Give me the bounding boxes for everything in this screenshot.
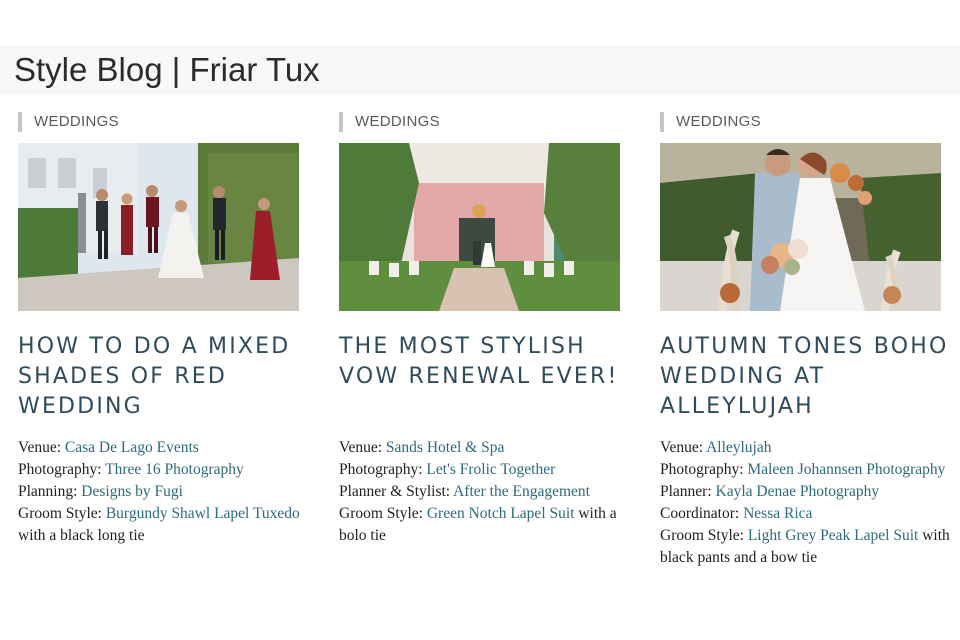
boho-couple-photo: [660, 143, 941, 311]
credit-groom-style: Groom Style: Light Grey Peak Lapel Suit …: [660, 525, 950, 569]
credit-photography: Photography: Maleen Johannsen Photograph…: [660, 459, 950, 481]
wedding-party-photo: [18, 143, 299, 311]
credit-planner-stylist: Planner & Stylist: After the Engagement: [339, 481, 629, 503]
credit-planning: Planning: Designs by Fugi: [18, 481, 308, 503]
credits-list: Venue: Casa De Lago Events Photography: …: [18, 437, 308, 547]
credit-link[interactable]: Casa De Lago Events: [65, 439, 199, 456]
credit-link[interactable]: Green Notch Lapel Suit: [427, 505, 575, 522]
credit-planner: Planner: Kayla Denae Photography: [660, 481, 950, 503]
credit-link[interactable]: Designs by Fugi: [81, 483, 183, 500]
credit-label: Venue:: [339, 439, 386, 456]
post-title[interactable]: AUTUMN TONES BOHO WEDDING AT ALLEYLUJAH: [660, 332, 950, 422]
credit-link[interactable]: Kayla Denae Photography: [716, 483, 880, 500]
credit-label: Groom Style:: [660, 527, 748, 544]
credit-label: Planning:: [18, 483, 82, 500]
page-title: Style Blog | Friar Tux: [14, 51, 320, 88]
credit-label: Photography:: [339, 461, 427, 478]
credit-link[interactable]: Burgundy Shawl Lapel Tuxedo: [106, 505, 300, 522]
category-label[interactable]: WEDDINGS: [18, 112, 119, 132]
post-thumbnail[interactable]: [660, 143, 941, 311]
credit-venue: Venue: Casa De Lago Events: [18, 437, 308, 459]
credit-link[interactable]: Three 16 Photography: [105, 461, 244, 478]
category-label[interactable]: WEDDINGS: [660, 112, 761, 132]
credit-label: Venue:: [18, 439, 65, 456]
credit-groom-style: Groom Style: Green Notch Lapel Suit with…: [339, 503, 629, 547]
vow-renewal-photo: [339, 143, 620, 311]
category-label[interactable]: WEDDINGS: [339, 112, 440, 132]
credits-list: Venue: Sands Hotel & Spa Photography: Le…: [339, 437, 629, 547]
credit-photography: Photography: Three 16 Photography: [18, 459, 308, 481]
credit-link[interactable]: After the Engagement: [453, 483, 590, 500]
post-title[interactable]: THE MOST STYLISH VOW RENEWAL EVER!: [339, 332, 629, 392]
credits-list: Venue: Alleylujah Photography: Maleen Jo…: [660, 437, 950, 569]
credit-label: Coordinator:: [660, 505, 744, 522]
credit-coordinator: Coordinator: Nessa Rica: [660, 503, 950, 525]
credit-label: Planner:: [660, 483, 716, 500]
credit-groom-style: Groom Style: Burgundy Shawl Lapel Tuxedo…: [18, 503, 308, 547]
credit-venue: Venue: Sands Hotel & Spa: [339, 437, 629, 459]
post-title[interactable]: HOW TO DO A MIXED SHADES OF RED WEDDING: [18, 332, 308, 422]
credit-label: Venue:: [660, 439, 707, 456]
credit-label: Groom Style:: [339, 505, 427, 522]
credit-photography: Photography: Let's Frolic Together: [339, 459, 629, 481]
credit-suffix: with a black long tie: [18, 527, 145, 544]
credit-link[interactable]: Light Grey Peak Lapel Suit: [748, 527, 918, 544]
credit-label: Groom Style:: [18, 505, 106, 522]
credit-link[interactable]: Nessa Rica: [743, 505, 812, 522]
post-thumbnail[interactable]: [339, 143, 620, 311]
credit-link[interactable]: Sands Hotel & Spa: [386, 439, 504, 456]
post-thumbnail[interactable]: [18, 143, 299, 311]
credit-label: Photography:: [18, 461, 106, 478]
credit-label: Planner & Stylist:: [339, 483, 454, 500]
credit-label: Photography:: [660, 461, 748, 478]
credit-venue: Venue: Alleylujah: [660, 437, 950, 459]
credit-link[interactable]: Let's Frolic Together: [426, 461, 555, 478]
credit-link[interactable]: Alleylujah: [706, 439, 771, 456]
credit-link[interactable]: Maleen Johannsen Photography: [747, 461, 945, 478]
